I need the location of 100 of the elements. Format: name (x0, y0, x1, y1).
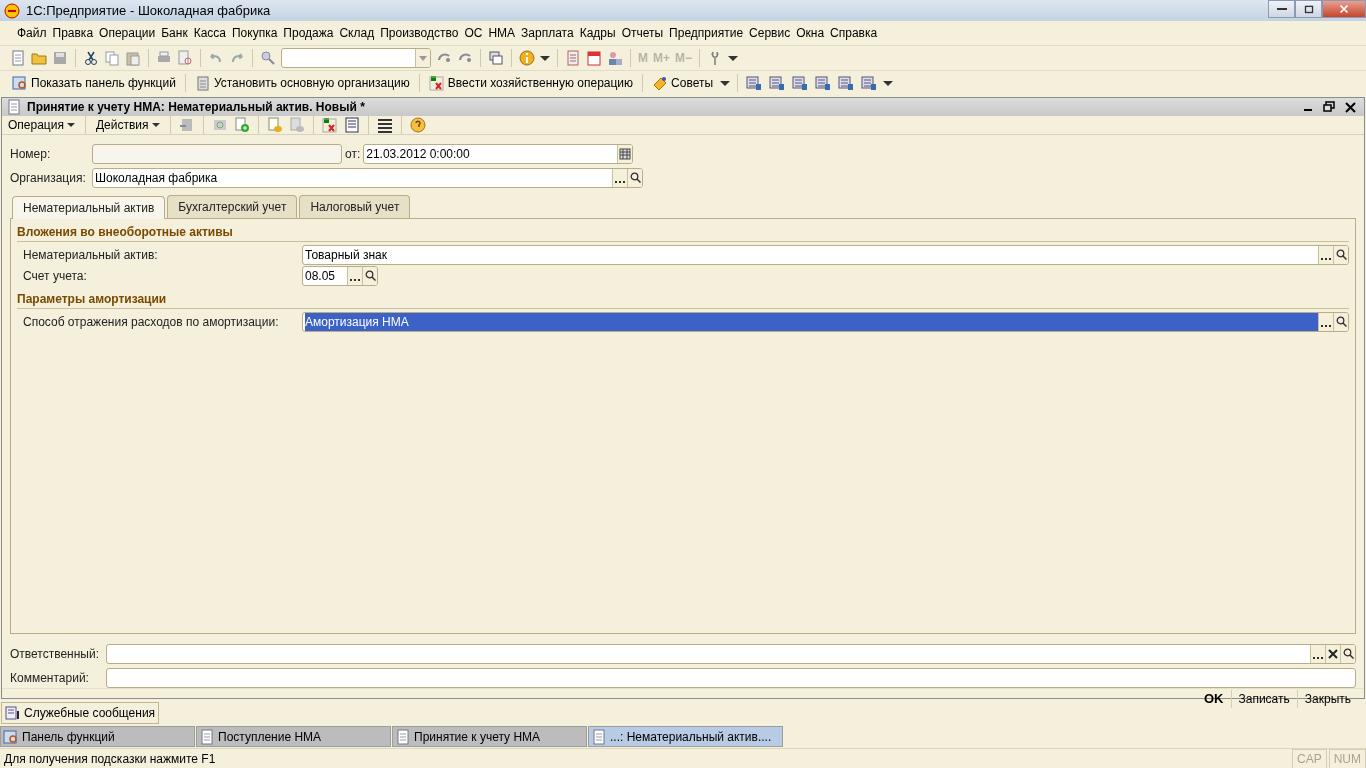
close-button[interactable] (1345, 101, 1356, 113)
calendar-icon[interactable] (586, 50, 602, 66)
input-field[interactable]: 08.05 (302, 265, 378, 286)
help-icon[interactable] (409, 117, 426, 133)
copy-document-icon[interactable] (233, 117, 250, 133)
minimize-button[interactable] (1268, 0, 1295, 18)
clipboard-icon (194, 75, 211, 91)
report-icon[interactable] (768, 75, 787, 91)
section-heading: Вложения во внеоборотные активы (17, 221, 1349, 242)
field-label: Номер: (10, 145, 52, 163)
search-icon[interactable] (629, 172, 641, 183)
folder-icon[interactable] (31, 50, 47, 66)
windows-icon[interactable] (488, 50, 504, 66)
ok-button[interactable]: OK (1197, 689, 1231, 709)
tab[interactable]: Бухгалтерский учет (167, 195, 298, 218)
field-label: Ответственный: (10, 645, 101, 663)
messages-icon (5, 705, 21, 721)
field-label: Способ отражения расходов по амортизации: (23, 313, 280, 331)
action-button[interactable]: Записать (1230, 689, 1297, 708)
status-text: Для получения подсказки нажмите F1 (4, 750, 217, 768)
taskbar-button[interactable]: Принятие к учету НМА (392, 726, 587, 747)
search-icon[interactable] (1335, 249, 1347, 260)
menu-item[interactable]: Окна (793, 24, 828, 42)
document-icon (6, 99, 22, 115)
back-icon[interactable] (178, 117, 195, 133)
menu-item[interactable]: Касса (190, 24, 229, 42)
list-icon[interactable] (343, 117, 360, 133)
input-field[interactable]: 21.03.2012 0:00:00 (363, 143, 634, 164)
menu-item[interactable]: Склад (336, 24, 378, 42)
input-field[interactable] (106, 667, 1356, 688)
status-indicator: CAP (1292, 748, 1327, 768)
caret-icon[interactable] (883, 80, 894, 86)
report-icon[interactable] (837, 75, 856, 91)
tab[interactable]: Налоговый учет (299, 195, 411, 218)
document-title: Принятие к учету НМА: Нематериальный актив. Новый * (27, 99, 365, 116)
caret-icon[interactable] (728, 55, 739, 61)
toolbar-button[interactable]: Показать панель функций (10, 74, 178, 92)
taskbar-button[interactable]: ...: Нематериальный актив.... (588, 726, 783, 747)
window-title: 1С:Предприятие - Шоколадная фабрика (26, 1, 271, 20)
taskbar-button[interactable]: Поступление НМА (196, 726, 391, 747)
clear-icon[interactable] (1328, 648, 1338, 659)
calendar-icon[interactable] (619, 147, 632, 160)
dropdown-icon[interactable] (418, 53, 428, 63)
caret-icon (66, 123, 75, 127)
action-button[interactable]: Закрыть (1296, 689, 1358, 708)
input-field[interactable]: Шоколадная фабрика (92, 167, 643, 188)
menu-item[interactable]: Покупка (229, 24, 281, 42)
caret-icon[interactable] (720, 80, 731, 86)
toolbar-button[interactable]: Установить основную организацию (192, 74, 412, 92)
search-icon[interactable] (1342, 648, 1354, 659)
scissors-icon[interactable] (83, 50, 99, 66)
restore-button[interactable] (1323, 101, 1335, 113)
report-icon[interactable] (745, 75, 764, 91)
app-logo-icon (4, 2, 20, 19)
input-field[interactable] (92, 143, 342, 164)
document-icon (591, 728, 607, 745)
menu-item[interactable]: Кадры (576, 24, 619, 42)
menu-item[interactable]: Операции (96, 24, 159, 42)
input-field[interactable]: Амортизация НМА (302, 311, 1349, 332)
menu-item[interactable]: Правка (49, 24, 97, 42)
caret-icon[interactable] (540, 55, 550, 61)
input-field[interactable]: Товарный знак (302, 244, 1349, 265)
menu-item[interactable]: Производство (377, 24, 462, 42)
menu-item[interactable]: Файл (14, 24, 50, 42)
report-icon[interactable] (860, 75, 879, 91)
input-field[interactable] (106, 643, 1356, 664)
menu-item[interactable]: Справка (827, 24, 881, 42)
messages-button[interactable]: Служебные сообщения (1, 702, 160, 724)
field-label: Нематериальный актив: (23, 246, 159, 264)
menu-button[interactable]: Операция (6, 116, 77, 134)
report-icon[interactable] (814, 75, 833, 91)
taskbar-button[interactable]: Панель функций (0, 726, 195, 747)
report-icon[interactable] (791, 75, 810, 91)
document-icon (395, 728, 411, 745)
menu-item[interactable]: Зарплата (518, 24, 577, 42)
search-field[interactable] (281, 48, 431, 68)
table-icon[interactable] (376, 117, 393, 133)
print-preview-icon[interactable] (177, 50, 193, 66)
menu-item[interactable]: Продажа (280, 24, 337, 42)
toolbar-button[interactable]: Ввести хозяйственную операцию (426, 74, 636, 92)
section-heading: Параметры амортизации (17, 288, 1349, 309)
document-icon (199, 728, 215, 745)
menu-item[interactable]: Отчеты (618, 24, 667, 42)
search-icon[interactable] (364, 270, 376, 281)
menu-item[interactable]: НМА (485, 24, 519, 42)
info-icon[interactable] (519, 50, 535, 66)
menu-button[interactable]: Действия (93, 116, 162, 134)
menu-item[interactable]: ОС (461, 24, 486, 42)
field-label: Организация: (10, 169, 87, 187)
menu-item[interactable]: Банк (158, 24, 191, 42)
menu-item[interactable]: Предприятие (666, 24, 747, 42)
close-icon (1337, 2, 1351, 16)
search-icon[interactable] (1335, 316, 1347, 327)
maximize-button[interactable] (1295, 0, 1322, 18)
field-label: от: (345, 145, 361, 163)
menu-item[interactable]: Сервис (746, 24, 794, 42)
status-indicator: NUM (1328, 748, 1366, 768)
tab[interactable]: Нематериальный актив (12, 196, 166, 219)
toolbar-button[interactable]: Советы (650, 74, 716, 92)
users-icon[interactable] (607, 50, 623, 66)
